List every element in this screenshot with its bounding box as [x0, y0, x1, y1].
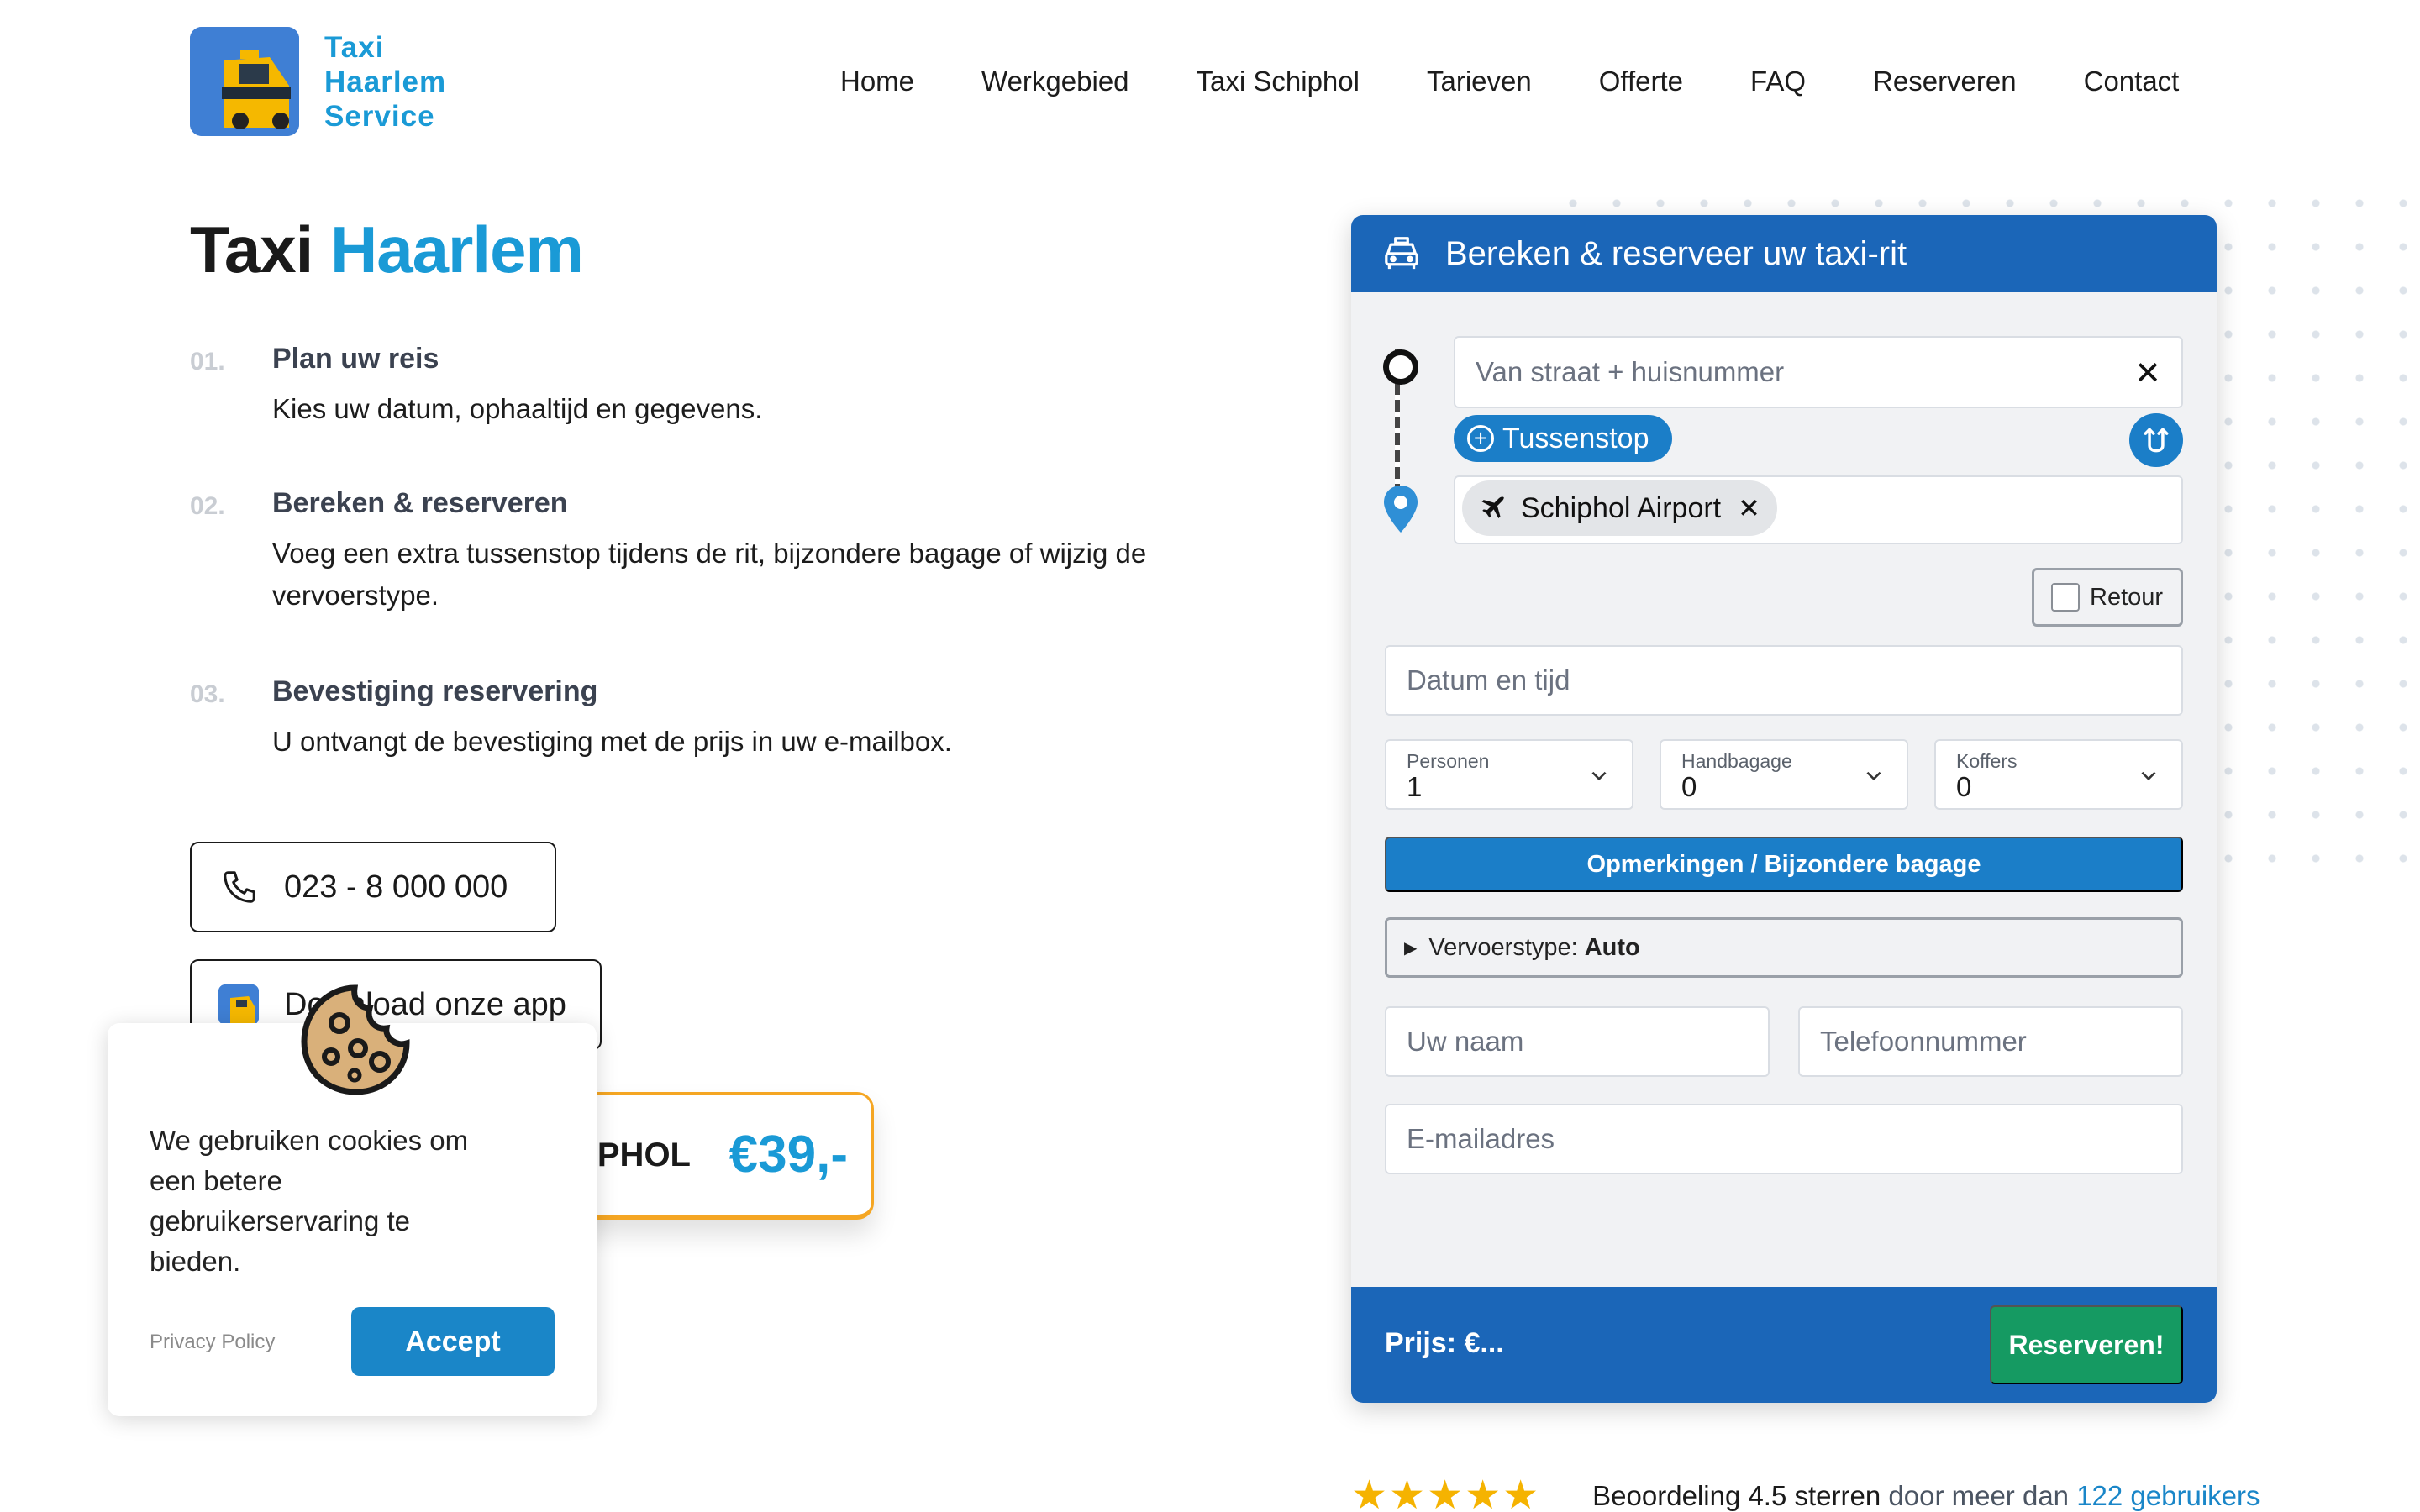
price-amount: €39,-: [729, 1126, 848, 1184]
swap-icon: [2144, 428, 2169, 453]
remove-destination-icon[interactable]: ✕: [1738, 492, 1760, 524]
booking-form: Bereken & reserveer uw taxi-rit Van stra…: [1351, 215, 2217, 1403]
nav-faq[interactable]: FAQ: [1750, 66, 1806, 97]
nav-werkgebied[interactable]: Werkgebied: [981, 66, 1129, 97]
step-title: Bereken & reserveren: [272, 487, 568, 519]
clear-icon[interactable]: ✕: [2134, 354, 2161, 392]
form-title: Bereken & reserveer uw taxi-rit: [1445, 234, 1907, 272]
cookie-message: We gebruiken cookies om een betere gebru…: [150, 1125, 469, 1277]
nav-reserveren[interactable]: Reserveren: [1873, 66, 2017, 97]
cookie-banner: We gebruiken cookies om een betere gebru…: [108, 984, 597, 1416]
phone-number: 023 - 8 000 000: [284, 869, 508, 905]
star-icon: ★: [1502, 1473, 1539, 1512]
persons-select[interactable]: Personen 1: [1385, 739, 1634, 810]
vehicle-type-toggle[interactable]: ▶ Vervoerstype: Auto: [1385, 917, 2183, 978]
nav-tarieven[interactable]: Tarieven: [1427, 66, 1532, 97]
star-icon: ★: [1427, 1473, 1464, 1512]
phone-icon: [224, 871, 255, 903]
phone-input[interactable]: Telefoonnummer: [1798, 1006, 2183, 1077]
step-description: Voeg een extra tussenstop tijdens de rit…: [272, 538, 1147, 611]
rating-text: Beoordeling 4.5 sterren door meer dan 12…: [1592, 1480, 2260, 1511]
price-display: Prijs: €...: [1385, 1327, 1504, 1359]
plus-icon: +: [1467, 425, 1494, 452]
step-description: Kies uw datum, ophaaltijd en gegevens.: [272, 393, 763, 424]
nav-taxi-schiphol[interactable]: Taxi Schiphol: [1197, 66, 1360, 97]
add-stop-button[interactable]: + Tussenstop: [1454, 415, 1672, 462]
chevron-down-icon: [2141, 771, 2156, 781]
retour-checkbox[interactable]: Retour: [2032, 568, 2183, 627]
step-title: Plan uw reis: [272, 343, 439, 375]
reviews-link[interactable]: 122 gebruikers: [2076, 1480, 2260, 1511]
star-icon: ★: [1351, 1473, 1388, 1512]
triangle-right-icon: ▶: [1404, 938, 1418, 958]
cookie-icon: [301, 984, 410, 1095]
chevron-down-icon: [1866, 771, 1881, 781]
step-number: 02.: [190, 492, 225, 520]
start-point-icon: [1383, 349, 1418, 385]
price-route: PHOL: [597, 1137, 691, 1173]
star-icon: ★: [1465, 1473, 1502, 1512]
rating-bar: ★ ★ ★ ★ ★ Beoordeling 4.5 sterren door m…: [1351, 1473, 2410, 1512]
logo-text: Taxi Haarlem Service: [324, 30, 447, 133]
form-header: Bereken & reserveer uw taxi-rit: [1351, 215, 2217, 292]
reserve-button[interactable]: Reserveren!: [1990, 1305, 2183, 1384]
name-input[interactable]: Uw naam: [1385, 1006, 1770, 1077]
step-number: 03.: [190, 680, 225, 708]
star-icon: ★: [1389, 1473, 1426, 1512]
page-title: Taxi Haarlem: [190, 213, 584, 286]
remarks-button[interactable]: Opmerkingen / Bijzondere bagage: [1385, 837, 2183, 892]
vehicle-type-value: Auto: [1584, 933, 1640, 961]
email-input[interactable]: E-mailadres: [1385, 1104, 2183, 1174]
suitcases-select[interactable]: Koffers 0: [1934, 739, 2183, 810]
chevron-down-icon: [1591, 771, 1607, 781]
checkbox-box[interactable]: [2051, 583, 2080, 612]
app-icon: [218, 984, 259, 1025]
cookie-accept-button[interactable]: Accept: [351, 1307, 555, 1376]
airplane-icon: [1481, 496, 1504, 519]
privacy-policy-link[interactable]: Privacy Policy: [150, 1331, 275, 1354]
nav-contact[interactable]: Contact: [2084, 66, 2180, 97]
step-title: Bevestiging reservering: [272, 675, 598, 707]
from-address-input[interactable]: Van straat + huisnummer ✕: [1454, 336, 2183, 408]
destination-chip: Schiphol Airport ✕: [1462, 480, 1777, 536]
step-number: 01.: [190, 348, 225, 375]
form-footer: Prijs: €... Reserveren!: [1351, 1287, 2217, 1403]
phone-button[interactable]: 023 - 8 000 000: [190, 842, 556, 932]
taxi-logo-icon: [190, 27, 299, 136]
map-pin-icon: [1384, 486, 1418, 533]
star-rating: ★ ★ ★ ★ ★: [1351, 1473, 1540, 1512]
site-logo[interactable]: Taxi Haarlem Service: [190, 27, 446, 136]
datetime-input[interactable]: Datum en tijd: [1385, 645, 2183, 716]
main-nav: Home Werkgebied Taxi Schiphol Tarieven O…: [840, 66, 2179, 97]
taxi-icon: [1385, 237, 1418, 270]
hand-luggage-select[interactable]: Handbagage 0: [1660, 739, 1908, 810]
nav-offerte[interactable]: Offerte: [1599, 66, 1683, 97]
nav-home[interactable]: Home: [840, 66, 914, 97]
step-description: U ontvangt de bevestiging met de prijs i…: [272, 726, 952, 757]
swap-route-button[interactable]: [2129, 413, 2183, 467]
